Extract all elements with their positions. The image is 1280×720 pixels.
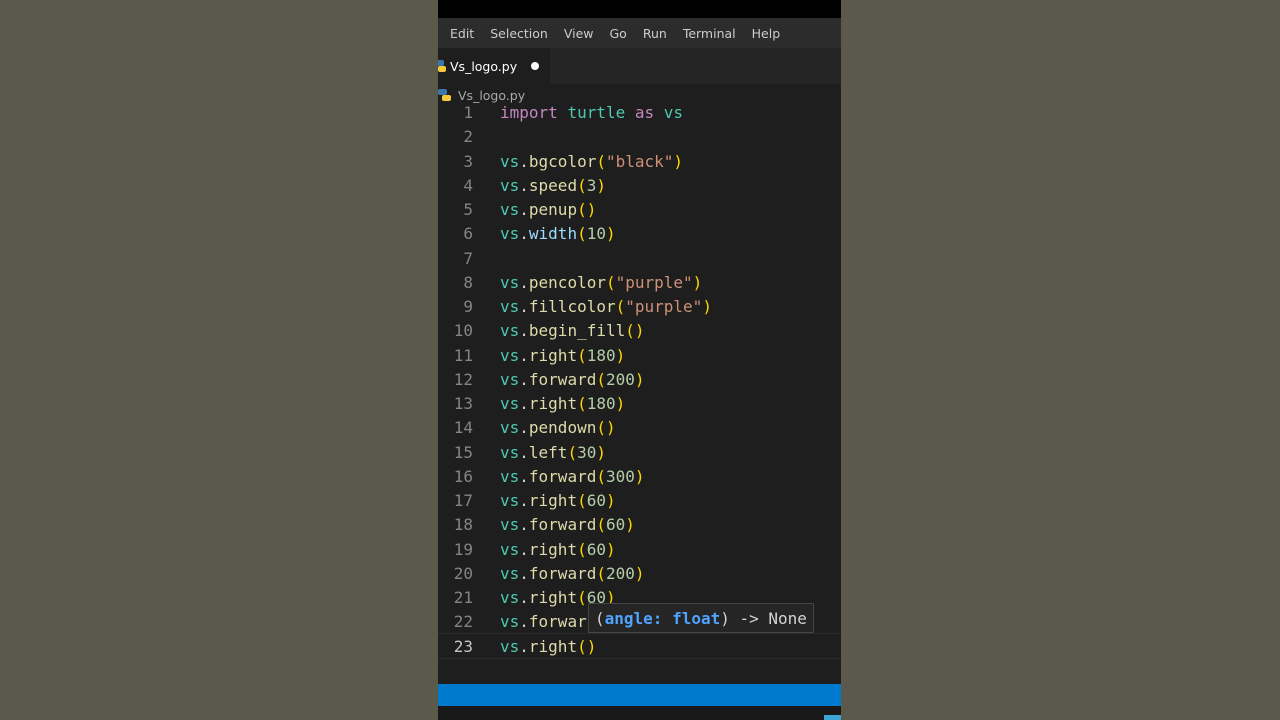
menu-help[interactable]: Help [744,26,789,41]
code-line[interactable]: 16 vs.forward(300) [438,465,841,489]
tooltip-return: ) -> None [720,608,807,628]
line-number: 9 [463,297,473,316]
line-number: 5 [463,200,473,219]
code-line[interactable]: 13 vs.right(180) [438,392,841,416]
code-text: vs.bgcolor("black") [500,151,684,171]
code-line[interactable]: 1 import turtle as vs [438,101,841,125]
menu-terminal[interactable]: Terminal [675,26,744,41]
line-number: 2 [463,127,473,147]
line-number: 15 [453,442,473,462]
vscode-window: Edit Selection View Go Run Terminal Help… [438,0,841,720]
code-text: vs.forward(200) [500,369,645,389]
code-line[interactable]: 5 vs.penup() [438,198,841,222]
menu-bar: Edit Selection View Go Run Terminal Help [438,18,841,48]
code-text: vs.right(180) [500,394,626,413]
code-line[interactable]: 9 vs.fillcolor("purple") [438,295,841,319]
code-line[interactable]: 20 vs.forward(200) [438,562,841,586]
line-number: 7 [463,248,473,268]
line-number: 3 [463,151,473,171]
code-line[interactable]: 7 [438,247,841,271]
code-text: vs.pencolor("purple") [500,272,703,292]
line-number: 23 [453,636,473,656]
code-line[interactable]: 15 vs.left(30) [438,441,841,465]
code-text: vs.right(180) [500,345,626,365]
code-text: vs.forward(200) [500,563,645,583]
python-icon [438,60,446,72]
line-number: 12 [453,369,473,389]
video-background-right [841,0,1280,720]
tooltip-param: angle: float [604,608,721,628]
code-editor[interactable]: 1 import turtle as vs 2 3 vs.bgcolor("black"… [438,101,841,661]
code-text: vs.width(10) [500,224,616,244]
line-number: 6 [463,224,473,244]
status-bar [438,684,841,706]
menu-selection[interactable]: Selection [482,26,556,41]
unsaved-dot-icon[interactable] [531,62,540,70]
code-line[interactable]: 19 vs.right(60) [438,538,841,562]
menu-view[interactable]: View [556,26,602,41]
taskbar-icon [824,715,841,720]
menu-run[interactable]: Run [635,26,675,41]
code-line[interactable]: 12 vs.forward(200) [438,368,841,392]
line-number: 1 [463,103,473,122]
line-number: 16 [453,466,473,486]
code-text: import turtle as vs [500,103,684,122]
menu-edit[interactable]: Edit [438,26,482,41]
code-text: vs.fillcolor("purple") [500,297,712,316]
title-bar [438,0,841,18]
line-number: 20 [453,563,473,583]
tab-filename: Vs_logo.py [450,58,518,74]
code-text: vs.begin_fill() [500,321,645,341]
line-number: 21 [453,588,473,607]
line-number: 4 [463,175,473,195]
code-text: vs.forwar [500,612,587,632]
code-line[interactable]: 4 vs.speed(3) [438,174,841,198]
line-number: 10 [453,321,473,341]
line-number: 22 [453,612,473,632]
line-number: 11 [453,345,473,365]
code-text: vs.penup() [500,200,597,219]
tab-bar: Vs_logo.py [438,48,841,84]
line-number: 13 [453,394,473,413]
line-number: 19 [453,539,473,559]
code-text: vs.speed(3) [500,175,606,195]
code-line[interactable]: 10 vs.begin_fill() [438,319,841,343]
line-number: 8 [463,272,473,292]
code-line[interactable]: 23 vs.right() [438,635,841,659]
code-text: vs.forward(60) [500,515,635,535]
code-text: vs.right(60) [500,491,616,510]
python-icon [438,89,451,101]
code-line[interactable]: 18 vs.forward(60) [438,513,841,537]
code-line[interactable]: 17 vs.right(60) [438,489,841,513]
video-background-left [0,0,438,720]
code-line[interactable]: 6 vs.width(10) [438,222,841,246]
line-number: 14 [453,418,473,438]
code-line[interactable]: 8 vs.pencolor("purple") [438,271,841,295]
line-number: 17 [453,491,473,510]
code-line[interactable]: 2 [438,125,841,149]
editor-tab[interactable]: Vs_logo.py [438,48,550,84]
code-line[interactable]: 3 vs.bgcolor("black") [438,150,841,174]
code-text: vs.right() [500,636,597,656]
code-text: vs.right(60) [500,539,616,559]
parameter-hint-tooltip: (angle: float) -> None [588,603,814,633]
tooltip-open-paren: ( [595,608,605,628]
code-text: vs.pendown() [500,418,616,438]
menu-go[interactable]: Go [602,26,635,41]
code-line[interactable]: 14 vs.pendown() [438,416,841,440]
line-number: 18 [453,515,473,535]
code-text: vs.left(30) [500,442,606,462]
taskbar-strip [438,706,841,720]
code-text: vs.forward(300) [500,466,645,486]
code-line[interactable]: 11 vs.right(180) [438,344,841,368]
